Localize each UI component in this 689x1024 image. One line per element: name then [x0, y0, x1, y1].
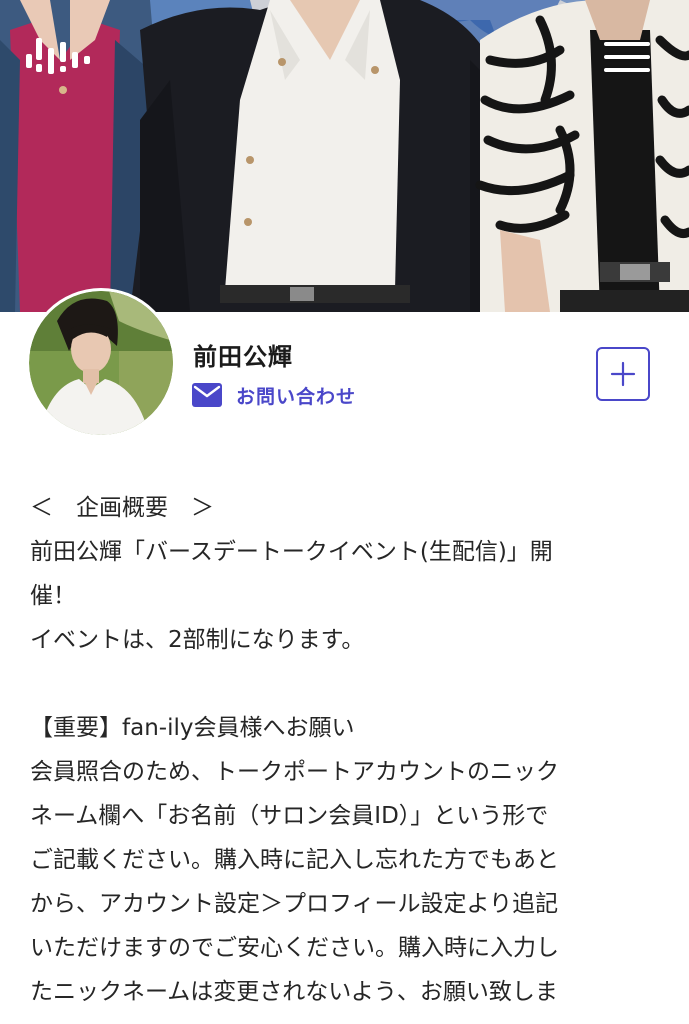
profile-name: 前田公輝: [193, 343, 293, 371]
post-line: 前田公輝「バースデートークイベント(生配信)」開: [30, 539, 553, 565]
menu-bar: [604, 68, 650, 72]
avatar[interactable]: [26, 288, 176, 438]
plus-icon: [610, 361, 636, 387]
post-line: ネーム欄へ「お名前（サロン会員ID）」という形で: [30, 803, 549, 829]
menu-bar: [604, 42, 650, 46]
post-line: から、アカウント設定＞プロフィール設定より追記: [30, 891, 559, 917]
hero-photo: [0, 0, 689, 312]
post-body: ＜ 企画概要 ＞ 前田公輝「バースデートークイベント(生配信)」開 催！ イベン…: [30, 486, 640, 1014]
post-line: ＜ 企画概要 ＞: [30, 495, 214, 521]
hero-banner: [0, 0, 689, 312]
contact-label: お問い合わせ: [236, 385, 357, 408]
post-line: いただけますのでご安心ください。購入時に入力し: [30, 935, 559, 961]
hamburger-menu-icon[interactable]: [600, 36, 654, 78]
follow-button[interactable]: [596, 347, 650, 401]
mail-icon: [192, 383, 222, 407]
post-line: ご記載ください。購入時に記入し忘れた方でもあと: [30, 847, 559, 873]
menu-bar: [604, 55, 650, 59]
post-line: たニックネームは変更されないよう、お願い致しま: [30, 979, 558, 1005]
post-line: 催！: [30, 583, 76, 609]
contact-link[interactable]: お問い合わせ: [192, 380, 356, 410]
post-line: イベントは、2部制になります。: [30, 627, 365, 653]
post-line: 会員照合のため、トークポートアカウントのニック: [30, 759, 559, 785]
post-line: 【重要】fan-ily会員様へお願い: [30, 715, 355, 741]
fanily-logo-icon[interactable]: [26, 34, 92, 80]
